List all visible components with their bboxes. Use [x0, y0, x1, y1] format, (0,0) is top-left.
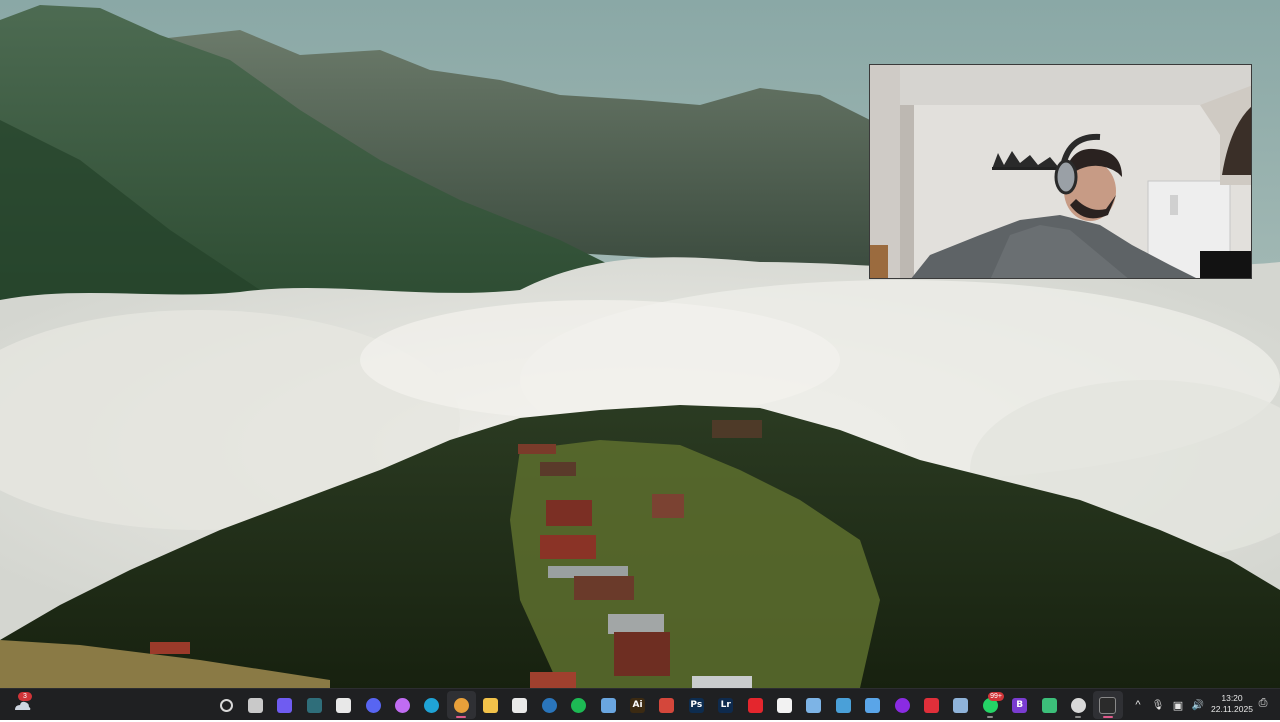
meet-icon [277, 697, 293, 713]
clock-time: 13:20 [1221, 693, 1243, 703]
clock-date: 22.11.2025 [1211, 704, 1253, 714]
app-green-icon [1041, 697, 1057, 713]
taskbar-app-search[interactable] [211, 691, 240, 719]
steam-icon [541, 697, 557, 713]
app-badge: 99+ [988, 692, 1004, 701]
taskbar-app-photoshop[interactable]: Ps [682, 691, 711, 719]
taskbar-app-copilot[interactable] [388, 691, 417, 719]
taskbar-app-capcut[interactable] [770, 691, 799, 719]
running-indicator [456, 716, 467, 718]
snipping-icon [865, 697, 881, 713]
taskbar-app-spotify[interactable] [564, 691, 593, 719]
taskbar: 3 Ai Ps Lr 99+ B ^ 🎙 ▣ 🔊 13:20 22.11.2025 ⎙ [0, 688, 1280, 720]
weather-badge: 3 [18, 692, 32, 701]
taskbar-app-start[interactable] [182, 691, 211, 719]
taskbar-app-snipping[interactable] [858, 691, 887, 719]
webcam-feed [870, 65, 1251, 278]
taskbar-app-davinci[interactable] [652, 691, 681, 719]
illustrator-icon: Ai [630, 697, 646, 713]
taskbar-app-photos[interactable] [799, 691, 828, 719]
davinci-icon [659, 697, 675, 713]
taskbar-app-notepad[interactable] [593, 691, 622, 719]
taskbar-app-store[interactable] [329, 691, 358, 719]
weather-widget[interactable]: 3 [10, 692, 34, 717]
tray-chevron-icon[interactable]: ^ [1128, 695, 1148, 715]
copilot-icon [394, 697, 410, 713]
windows-logo-icon [189, 698, 204, 713]
youtube-icon [923, 697, 939, 713]
search-icon [219, 698, 233, 712]
taskbar-app-lightroom[interactable]: Lr [711, 691, 740, 719]
obs-icon [894, 697, 910, 713]
widgets-icon [306, 697, 322, 713]
notepad-icon [600, 697, 616, 713]
taskbar-app-app-red[interactable] [505, 691, 534, 719]
taskbar-app-steam[interactable] [535, 691, 564, 719]
app-red-icon [512, 697, 528, 713]
task-view-icon [247, 697, 263, 713]
spotify-icon [571, 697, 587, 713]
recorder-icon [1099, 696, 1117, 714]
screen-tool-icon [835, 697, 851, 713]
clock[interactable]: 13:20 22.11.2025 [1208, 693, 1256, 715]
app-b-icon: B [1012, 697, 1028, 713]
taskbar-pinned-apps: Ai Ps Lr 99+ B [182, 691, 1123, 719]
webcam-overlay [869, 64, 1252, 279]
store-icon [336, 697, 352, 713]
network-icon[interactable]: ▣ [1168, 695, 1188, 715]
taskbar-app-edge[interactable] [417, 691, 446, 719]
running-indicator [1075, 716, 1082, 718]
taskbar-app-illustrator[interactable]: Ai [623, 691, 652, 719]
capcut-icon [777, 697, 792, 713]
volume-icon[interactable]: 🔊 [1188, 695, 1208, 715]
taskbar-app-screen-tool[interactable] [829, 691, 858, 719]
taskbar-app-discord[interactable] [358, 691, 387, 719]
photos-icon [806, 697, 822, 713]
running-indicator [1102, 716, 1113, 718]
running-indicator [987, 716, 994, 718]
chrome-icon [453, 697, 469, 713]
taskbar-app-settings[interactable] [946, 691, 975, 719]
discord-icon [365, 697, 381, 713]
edge-icon [424, 697, 440, 713]
photoshop-icon: Ps [688, 697, 704, 713]
taskbar-app-file-explorer[interactable] [476, 691, 505, 719]
acrobat-icon [747, 697, 763, 713]
lightroom-icon: Lr [718, 697, 734, 713]
taskbar-app-obs-purple[interactable] [887, 691, 916, 719]
taskbar-app-chrome[interactable] [446, 691, 476, 719]
taskbar-app-acrobat[interactable] [740, 691, 769, 719]
gear-icon [953, 697, 969, 713]
taskbar-app-app-green[interactable] [1034, 691, 1063, 719]
taskbar-app-youtube-studio[interactable] [917, 691, 946, 719]
microphone-icon[interactable]: 🎙 [1148, 695, 1168, 715]
system-tray: ^ 🎙 ▣ 🔊 [1128, 689, 1208, 721]
notification-center-icon[interactable]: ⎙ [1256, 697, 1270, 711]
taskbar-app-app-b[interactable]: B [1005, 691, 1034, 719]
taskbar-app-whatsapp[interactable]: 99+ [976, 691, 1005, 719]
taskbar-app-task-view[interactable] [241, 691, 270, 719]
taskbar-app-meet[interactable] [270, 691, 299, 719]
taskbar-app-recorder[interactable] [1093, 691, 1123, 719]
folder-icon [483, 697, 499, 713]
taskbar-app-obs[interactable] [1064, 691, 1093, 719]
obs-studio-icon [1070, 697, 1086, 713]
taskbar-app-widgets[interactable] [300, 691, 329, 719]
desktop-wallpaper [0, 0, 1280, 688]
